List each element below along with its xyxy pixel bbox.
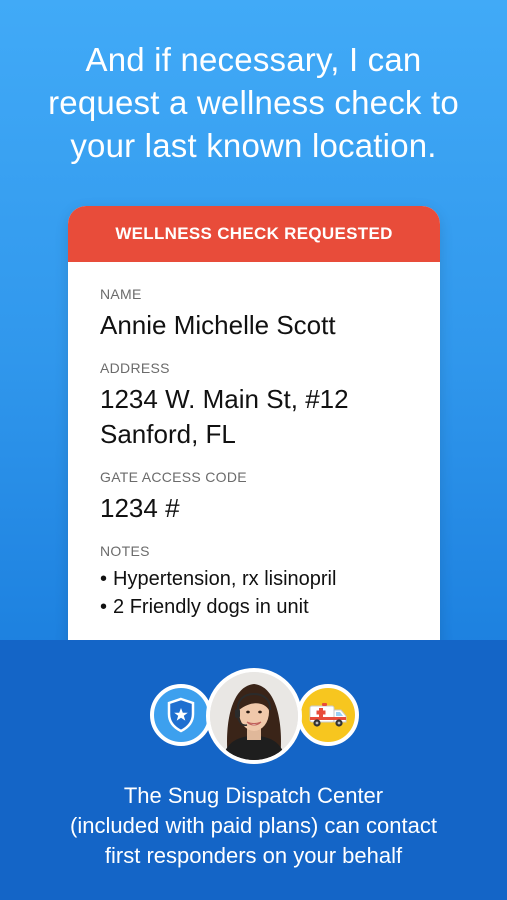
gate-access-label: GATE ACCESS CODE (100, 469, 247, 485)
police-shield-icon (150, 684, 212, 746)
address-line-1: 1234 W. Main St, #12 (100, 384, 349, 414)
note-item: 2 Friendly dogs in unit (100, 593, 440, 621)
notes-list: Hypertension, rx lisinopril 2 Friendly d… (100, 565, 440, 621)
address-label: ADDRESS (100, 360, 170, 376)
wellness-check-card: WELLNESS CHECK REQUESTED NAME Annie Mich… (68, 206, 440, 676)
caption-line-2: (included with paid plans) can contact (70, 813, 437, 838)
gate-access-value: 1234 # (100, 493, 180, 523)
headline-line-1: And if necessary, I can (85, 41, 422, 78)
card-header: WELLNESS CHECK REQUESTED (68, 206, 440, 262)
card-body: NAME Annie Michelle Scott ADDRESS 1234 W… (68, 262, 440, 621)
headline: And if necessary, I can request a wellne… (0, 38, 507, 167)
name-value: Annie Michelle Scott (100, 310, 336, 340)
notes-label: NOTES (100, 543, 150, 559)
address-line-2: Sanford, FL (100, 419, 236, 449)
headline-line-3: your last known location. (70, 127, 437, 164)
name-label: NAME (100, 286, 142, 302)
address-value: 1234 W. Main St, #12 Sanford, FL (100, 382, 440, 452)
note-item: Hypertension, rx lisinopril (100, 565, 440, 593)
headline-line-2: request a wellness check to (48, 84, 459, 121)
dispatcher-avatar (206, 668, 302, 764)
ambulance-icon (297, 684, 359, 746)
caption: The Snug Dispatch Center (included with … (0, 781, 507, 871)
caption-line-3: first responders on your behalf (104, 843, 403, 868)
caption-line-1: The Snug Dispatch Center (123, 783, 384, 808)
